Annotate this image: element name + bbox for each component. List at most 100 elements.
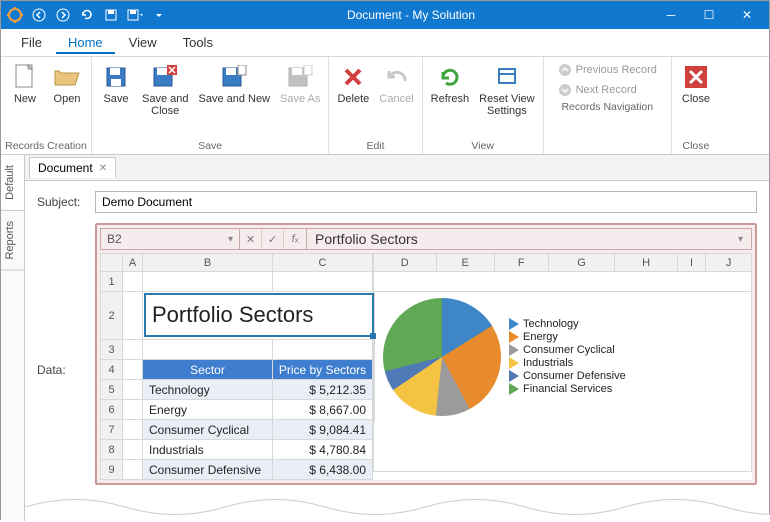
close-window-button[interactable]: ✕ [729, 4, 765, 26]
save-button[interactable]: Save [96, 61, 136, 107]
fill-handle[interactable] [370, 333, 376, 339]
side-tab-default[interactable]: Default [1, 155, 24, 211]
pie-chart[interactable]: Technology Energy Consumer Cyclical Indu… [374, 292, 751, 422]
spreadsheet-grid[interactable]: A B C 1 2 Portfolio Sectors [100, 253, 373, 480]
app-icon[interactable] [5, 5, 25, 25]
legend-item: Technology [509, 318, 626, 330]
side-tab-reports[interactable]: Reports [1, 211, 24, 271]
data-label: Data: [37, 223, 87, 485]
col-header[interactable]: D [374, 254, 437, 272]
cell-sector[interactable]: Consumer Cyclical [143, 420, 273, 440]
col-header[interactable]: F [494, 254, 548, 272]
title-cell-text: Portfolio Sectors [152, 302, 313, 328]
document-tab-label: Document [38, 161, 93, 175]
save-as-button[interactable]: Save As [276, 61, 324, 107]
qat-refresh-icon[interactable] [77, 5, 97, 25]
cancel-button[interactable]: Cancel [375, 61, 417, 107]
qat-customize-icon[interactable] [149, 5, 169, 25]
legend-swatch-icon [509, 331, 519, 343]
spreadsheet-grid-right[interactable]: D E F G H I J [373, 253, 752, 472]
arrow-up-icon [558, 63, 572, 77]
legend-item: Consumer Defensive [509, 370, 626, 382]
window-title: Document - My Solution [169, 8, 653, 22]
legend-item: Energy [509, 331, 626, 343]
cell-sector[interactable]: Industrials [143, 440, 273, 460]
fx-accept-icon[interactable]: ✓ [262, 229, 284, 249]
save-icon [102, 63, 130, 91]
minimize-button[interactable]: ─ [653, 4, 689, 26]
close-button[interactable]: Close [676, 61, 716, 107]
open-folder-icon [53, 63, 81, 91]
new-document-icon [11, 63, 39, 91]
col-header[interactable]: B [143, 254, 273, 272]
name-box-dropdown-icon[interactable]: ▾ [228, 234, 233, 245]
row-header[interactable]: 8 [101, 440, 123, 460]
menu-view[interactable]: View [117, 31, 169, 54]
ribbon-group-records-creation: New Open Records Creation [1, 57, 92, 154]
row-header[interactable]: 4 [101, 360, 123, 380]
row-header[interactable]: 5 [101, 380, 123, 400]
row-header[interactable]: 3 [101, 340, 123, 360]
fx-cancel-icon[interactable]: ✕ [240, 229, 262, 249]
col-header[interactable]: J [706, 254, 752, 272]
cell-price[interactable]: $ 8,667.00 [273, 400, 373, 420]
menu-home[interactable]: Home [56, 31, 115, 54]
select-all-cell[interactable] [101, 254, 123, 272]
qat-save-icon[interactable] [101, 5, 121, 25]
chart-legend: Technology Energy Consumer Cyclical Indu… [509, 318, 626, 396]
cell-sector[interactable]: Energy [143, 400, 273, 420]
legend-item: Financial Services [509, 383, 626, 395]
cell-price[interactable]: $ 6,438.00 [273, 460, 373, 480]
row-header[interactable]: 1 [101, 272, 123, 292]
delete-button[interactable]: Delete [333, 61, 373, 107]
document-tab[interactable]: Document ✕ [29, 157, 116, 178]
row-header[interactable]: 7 [101, 420, 123, 440]
subject-input[interactable] [95, 191, 757, 213]
col-header[interactable]: I [677, 254, 705, 272]
save-new-icon [220, 63, 248, 91]
menu-file[interactable]: File [9, 31, 54, 54]
name-box[interactable]: B2 ▾ [100, 228, 240, 250]
col-header[interactable]: H [615, 254, 678, 272]
row-header[interactable]: 9 [101, 460, 123, 480]
qat-save-dropdown-icon[interactable] [125, 5, 145, 25]
cell-price[interactable]: $ 5,212.35 [273, 380, 373, 400]
legend-swatch-icon [509, 357, 519, 369]
window-controls: ─ ☐ ✕ [653, 4, 765, 26]
legend-swatch-icon [509, 383, 519, 395]
formula-expand-icon[interactable]: ▾ [738, 234, 743, 245]
document-tab-close-icon[interactable]: ✕ [99, 163, 107, 174]
selected-cell[interactable]: Portfolio Sectors [144, 293, 374, 337]
cell-sector[interactable]: Technology [143, 380, 273, 400]
refresh-button[interactable]: Refresh [427, 61, 474, 107]
save-and-close-button[interactable]: Save and Close [138, 61, 192, 119]
save-and-new-button[interactable]: Save and New [194, 61, 274, 107]
save-close-icon [151, 63, 179, 91]
col-header[interactable]: E [436, 254, 494, 272]
save-as-icon [286, 63, 314, 91]
legend-swatch-icon [509, 370, 519, 382]
reset-view-button[interactable]: Reset View Settings [475, 61, 538, 119]
new-button[interactable]: New [5, 61, 45, 107]
formula-input[interactable]: Portfolio Sectors ▾ [307, 228, 752, 250]
maximize-button[interactable]: ☐ [691, 4, 727, 26]
qat-back-icon[interactable] [29, 5, 49, 25]
quick-access-toolbar [5, 5, 169, 25]
menu-tools[interactable]: Tools [171, 31, 225, 54]
delete-icon [339, 63, 367, 91]
table-header-price[interactable]: Price by Sectors [273, 360, 373, 380]
col-header[interactable]: G [548, 254, 615, 272]
cell-sector[interactable]: Consumer Defensive [143, 460, 273, 480]
cell-price[interactable]: $ 4,780.84 [273, 440, 373, 460]
open-button[interactable]: Open [47, 61, 87, 107]
col-header[interactable]: A [123, 254, 143, 272]
table-header-sector[interactable]: Sector [143, 360, 273, 380]
legend-item: Industrials [509, 357, 626, 369]
ribbon: New Open Records Creation Save Save and … [1, 57, 769, 155]
qat-forward-icon[interactable] [53, 5, 73, 25]
cell-price[interactable]: $ 9,084.41 [273, 420, 373, 440]
row-header[interactable]: 2 [101, 292, 123, 340]
col-header[interactable]: C [273, 254, 373, 272]
row-header[interactable]: 6 [101, 400, 123, 420]
fx-function-icon[interactable]: fₓ [284, 229, 306, 249]
